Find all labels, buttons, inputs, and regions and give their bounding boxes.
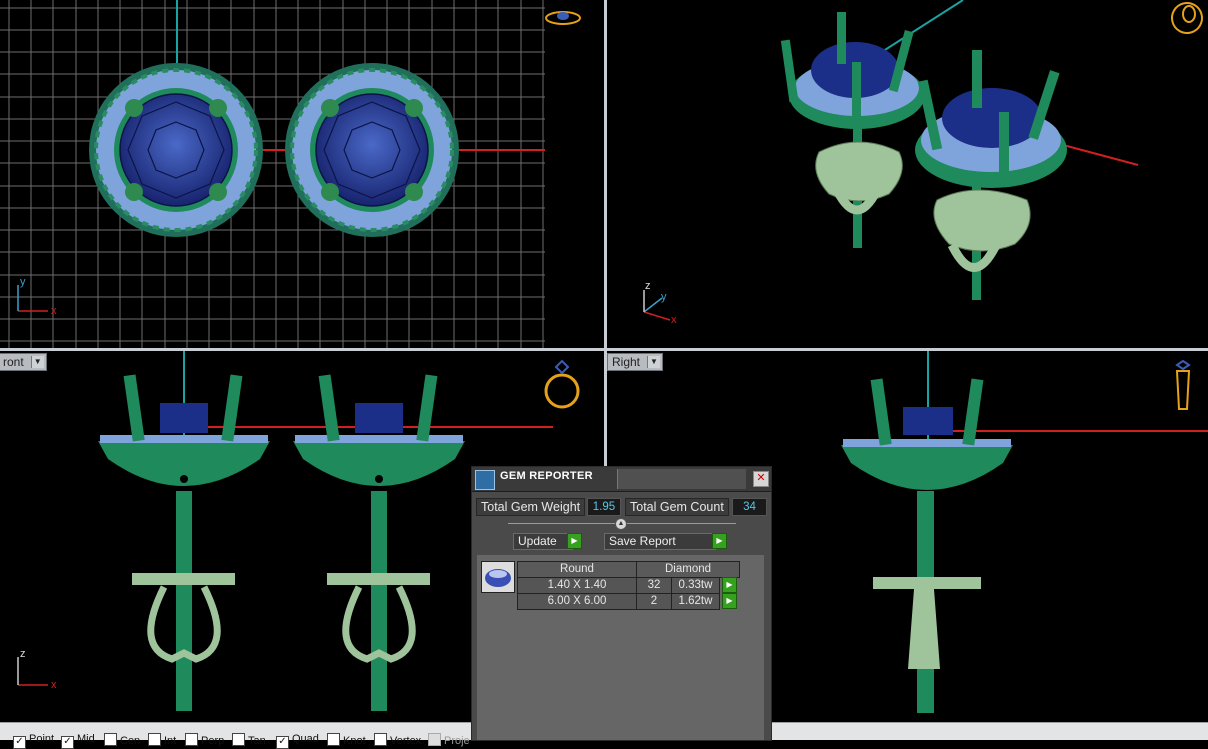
viewport-top[interactable]: y x [0,0,604,348]
update-button-label: Update [518,534,557,548]
view-ring-icon [1171,2,1203,34]
snap-knot[interactable]: Knot [327,733,366,747]
checkbox-icon[interactable] [327,733,340,746]
axis-widget [17,285,48,312]
axis-label-y: y [20,276,26,288]
chevron-down-icon[interactable]: ▼ [647,356,661,368]
view-ring-icon [1175,359,1191,410]
earring-front-right [293,374,465,711]
gem-report-table-area: Round Diamond 1.40 X 1.40 32 0.33tw ▶ 6.… [477,555,764,740]
checkbox-icon[interactable] [148,733,161,746]
viewport-label-text: ront [3,355,24,369]
checkbox-checked-icon[interactable]: ✓ [13,736,26,749]
collapse-toggle-icon[interactable]: ▲ [615,518,627,530]
view-ring-icon [544,359,580,409]
earring-perspective-back [780,12,925,248]
row-select-go-icon[interactable]: ▶ [722,593,737,609]
axis-label-x: x [51,305,57,317]
total-gem-weight-label: Total Gem Weight [476,498,586,516]
table-cell-size: 1.40 X 1.40 [517,577,637,594]
chevron-down-icon[interactable]: ▼ [30,356,44,368]
snap-label: Cen [120,735,141,747]
top-view-canvas[interactable]: y x [0,0,604,348]
axis-widget [17,657,48,686]
gem-reporter-icon [475,470,495,490]
earring-front-left [98,374,270,711]
snap-tan[interactable]: Tan [232,733,266,747]
panel-title-bar[interactable]: GEM REPORTER ✕ [472,467,771,492]
snap-perp[interactable]: Perp [185,733,224,747]
snap-label: Tan [248,735,266,747]
checkbox-icon [428,733,441,746]
table-header-type: Diamond [636,561,740,578]
save-report-button[interactable]: Save Report [604,533,716,550]
update-go-icon[interactable]: ▶ [567,533,582,549]
y-axis-line [876,0,964,56]
table-cell-weight: 1.62tw [671,593,720,610]
earring-right-side [841,378,1013,713]
checkbox-icon[interactable] [374,733,387,746]
snap-project: Proje [428,733,470,747]
snap-quad[interactable]: ✓ Quad [276,733,319,749]
total-gem-weight-value: 1.95 [587,498,621,516]
row-select-go-icon[interactable]: ▶ [722,577,737,593]
viewport-label-front[interactable]: ront ▼ [0,353,47,371]
snap-label: Quad [292,733,319,745]
update-button[interactable]: Update [513,533,573,550]
snap-label: Knot [343,735,366,747]
total-gem-count-label: Total Gem Count [625,498,729,516]
table-header-shape: Round [517,561,637,578]
save-report-go-icon[interactable]: ▶ [712,533,727,549]
viewport-label-text: Right [612,355,641,369]
earring-top-right [285,63,459,237]
snap-label: Point [29,733,55,745]
snap-label: Proje [444,735,470,747]
snap-label: Int [164,735,177,747]
snap-label: Vertex [390,735,422,747]
construction-grid [0,0,545,348]
viewport-label-right[interactable]: Right ▼ [607,353,664,371]
viewport-splitter-horizontal[interactable] [0,348,1208,351]
table-cell-count: 2 [636,593,672,610]
table-cell-count: 32 [636,577,672,594]
snap-vertex[interactable]: Vertex [374,733,421,747]
axis-label-x: x [671,314,677,326]
round-gem-icon [481,561,515,593]
snap-cen[interactable]: Cen [104,733,140,747]
snap-point[interactable]: ✓ Point [13,733,54,749]
earring-top-left [89,63,263,237]
view-ring-icon [545,11,581,25]
earring-perspective-front [915,50,1067,300]
snap-label: Mid [77,733,95,745]
axis-label-z: z [20,648,26,660]
title-tab-filler [617,469,746,489]
table-cell-size: 6.00 X 6.00 [517,593,637,610]
checkbox-checked-icon[interactable]: ✓ [61,736,74,749]
viewport-perspective[interactable]: z y x [607,0,1208,348]
snap-label: Perp [201,735,225,747]
table-cell-weight: 0.33tw [671,577,720,594]
axis-label-z: z [645,280,651,292]
snap-int[interactable]: Int [148,733,176,747]
total-gem-count-value: 34 [732,498,767,516]
panel-title: GEM REPORTER [500,470,593,482]
axis-label-x: x [51,679,57,691]
checkbox-icon[interactable] [104,733,117,746]
save-report-button-label: Save Report [609,534,676,548]
checkbox-icon[interactable] [232,733,245,746]
close-icon[interactable]: ✕ [753,471,769,487]
gem-reporter-panel: GEM REPORTER ✕ Total Gem Weight 1.95 Tot… [471,466,772,741]
snap-mid[interactable]: ✓ Mid [61,733,95,749]
checkbox-icon[interactable] [185,733,198,746]
perspective-view-canvas[interactable]: z y x [607,0,1208,348]
checkbox-checked-icon[interactable]: ✓ [276,736,289,749]
axis-label-y: y [661,291,667,303]
